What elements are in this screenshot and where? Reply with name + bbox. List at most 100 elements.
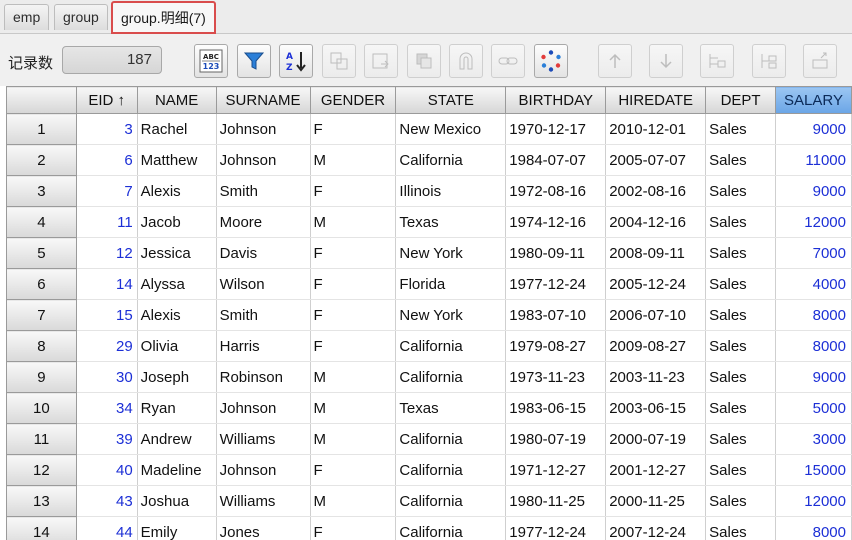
cell-state[interactable]: New York (395, 237, 507, 269)
table-row[interactable]: 13 43 Joshua Williams M California 1980-11-25 2… (6, 485, 852, 517)
row-number-cell[interactable]: 14 (6, 516, 77, 540)
corner-header[interactable] (6, 86, 77, 114)
table-row[interactable]: 2 6 Matthew Johnson M California 1984-07-07 200… (6, 144, 852, 176)
row-number-cell[interactable]: 11 (6, 423, 77, 455)
cell-name[interactable]: Rachel (137, 113, 217, 145)
cell-hiredate[interactable]: 2005-07-07 (605, 144, 707, 176)
column-header-hiredate[interactable]: HIREDATE (605, 86, 707, 114)
row-number-cell[interactable]: 5 (6, 237, 77, 269)
cell-gender[interactable]: M (310, 361, 397, 393)
refresh-button[interactable] (534, 44, 568, 78)
cell-eid[interactable]: 6 (76, 144, 138, 176)
cell-name[interactable]: Jacob (137, 206, 217, 238)
cell-name[interactable]: Matthew (137, 144, 217, 176)
cell-name[interactable]: Ryan (137, 392, 217, 424)
cell-birthday[interactable]: 1972-08-16 (505, 175, 607, 207)
cell-surname[interactable]: Smith (216, 299, 311, 331)
cell-dept[interactable]: Sales (705, 392, 777, 424)
table-row[interactable]: 11 39 Andrew Williams M California 1980-07-19 2… (6, 423, 852, 455)
cell-birthday[interactable]: 1980-07-19 (505, 423, 607, 455)
cell-birthday[interactable]: 1984-07-07 (505, 144, 607, 176)
delete-row-button[interactable] (752, 44, 786, 78)
cell-dept[interactable]: Sales (705, 113, 777, 145)
sort-button[interactable]: A Z (279, 44, 313, 78)
cell-hiredate[interactable]: 2005-12-24 (605, 268, 707, 300)
cell-surname[interactable]: Jones (216, 516, 311, 540)
move-up-button[interactable] (598, 44, 632, 78)
cell-hiredate[interactable]: 2002-08-16 (605, 175, 707, 207)
cell-salary[interactable]: 8000 (775, 516, 852, 540)
column-header-gender[interactable]: GENDER (309, 86, 397, 114)
cell-hiredate[interactable]: 2003-11-23 (605, 361, 707, 393)
table-row[interactable]: 7 15 Alexis Smith F New York 1983-07-10 2006-07… (6, 299, 852, 331)
cell-surname[interactable]: Williams (216, 423, 311, 455)
row-number-cell[interactable]: 6 (6, 268, 77, 300)
cell-salary[interactable]: 12000 (775, 206, 852, 238)
cell-dept[interactable]: Sales (705, 237, 777, 269)
cell-name[interactable]: Madeline (137, 454, 217, 486)
cell-gender[interactable]: M (310, 206, 397, 238)
cell-eid[interactable]: 7 (76, 175, 138, 207)
cell-eid[interactable]: 11 (76, 206, 138, 238)
cell-dept[interactable]: Sales (705, 454, 777, 486)
cell-eid[interactable]: 43 (76, 485, 138, 517)
cell-state[interactable]: California (395, 361, 507, 393)
cell-hiredate[interactable]: 2001-12-27 (605, 454, 707, 486)
cell-gender[interactable]: F (310, 299, 397, 331)
cell-hiredate[interactable]: 2006-07-10 (605, 299, 707, 331)
cell-surname[interactable]: Johnson (216, 144, 311, 176)
insert-row-button[interactable] (700, 44, 734, 78)
row-number-cell[interactable]: 13 (6, 485, 77, 517)
cell-gender[interactable]: F (310, 516, 397, 540)
cell-birthday[interactable]: 1983-06-15 (505, 392, 607, 424)
cell-eid[interactable]: 44 (76, 516, 138, 540)
tab-group[interactable]: group (54, 4, 108, 30)
cell-state[interactable]: California (395, 423, 507, 455)
cell-state[interactable]: New York (395, 299, 507, 331)
cell-gender[interactable]: M (310, 392, 397, 424)
cell-surname[interactable]: Williams (216, 485, 311, 517)
cell-state[interactable]: Illinois (395, 175, 507, 207)
cell-state[interactable]: California (395, 144, 507, 176)
cell-state[interactable]: California (395, 330, 507, 362)
cell-hiredate[interactable]: 2007-12-24 (605, 516, 707, 540)
cell-birthday[interactable]: 1977-12-24 (505, 516, 607, 540)
cell-eid[interactable]: 30 (76, 361, 138, 393)
cell-hiredate[interactable]: 2003-06-15 (605, 392, 707, 424)
cell-birthday[interactable]: 1970-12-17 (505, 113, 607, 145)
cell-eid[interactable]: 12 (76, 237, 138, 269)
table-row[interactable]: 5 12 Jessica Davis F New York 1980-09-11 2008-0… (6, 237, 852, 269)
cell-gender[interactable]: M (310, 144, 397, 176)
row-number-cell[interactable]: 12 (6, 454, 77, 486)
move-down-button[interactable] (649, 44, 683, 78)
cell-eid[interactable]: 3 (76, 113, 138, 145)
row-number-cell[interactable]: 9 (6, 361, 77, 393)
cell-dept[interactable]: Sales (705, 423, 777, 455)
table-row[interactable]: 14 44 Emily Jones F California 1977-12-24 2007-… (6, 516, 852, 540)
table-row[interactable]: 9 30 Joseph Robinson M California 1973-11-23 20… (6, 361, 852, 393)
cell-surname[interactable]: Johnson (216, 454, 311, 486)
cell-gender[interactable]: M (310, 423, 397, 455)
column-header-dept[interactable]: DEPT (705, 86, 777, 114)
cell-salary[interactable]: 9000 (775, 175, 852, 207)
cell-surname[interactable]: Davis (216, 237, 311, 269)
cell-dept[interactable]: Sales (705, 485, 777, 517)
cell-salary[interactable]: 11000 (775, 144, 852, 176)
cell-name[interactable]: Alexis (137, 175, 217, 207)
cell-dept[interactable]: Sales (705, 299, 777, 331)
table-row[interactable]: 8 29 Olivia Harris F California 1979-08-27 2009… (6, 330, 852, 362)
cell-surname[interactable]: Smith (216, 175, 311, 207)
row-number-cell[interactable]: 7 (6, 299, 77, 331)
duplicate-button[interactable] (407, 44, 441, 78)
cell-salary[interactable]: 7000 (775, 237, 852, 269)
table-row[interactable]: 10 34 Ryan Johnson M Texas 1983-06-15 2003-06-1… (6, 392, 852, 424)
cell-dept[interactable]: Sales (705, 206, 777, 238)
cell-surname[interactable]: Johnson (216, 113, 311, 145)
cell-hiredate[interactable]: 2004-12-16 (605, 206, 707, 238)
cell-salary[interactable]: 4000 (775, 268, 852, 300)
cell-state[interactable]: Texas (395, 392, 507, 424)
row-number-cell[interactable]: 1 (6, 113, 77, 145)
cell-surname[interactable]: Wilson (216, 268, 311, 300)
cell-gender[interactable]: F (310, 268, 397, 300)
cell-gender[interactable]: F (310, 237, 397, 269)
